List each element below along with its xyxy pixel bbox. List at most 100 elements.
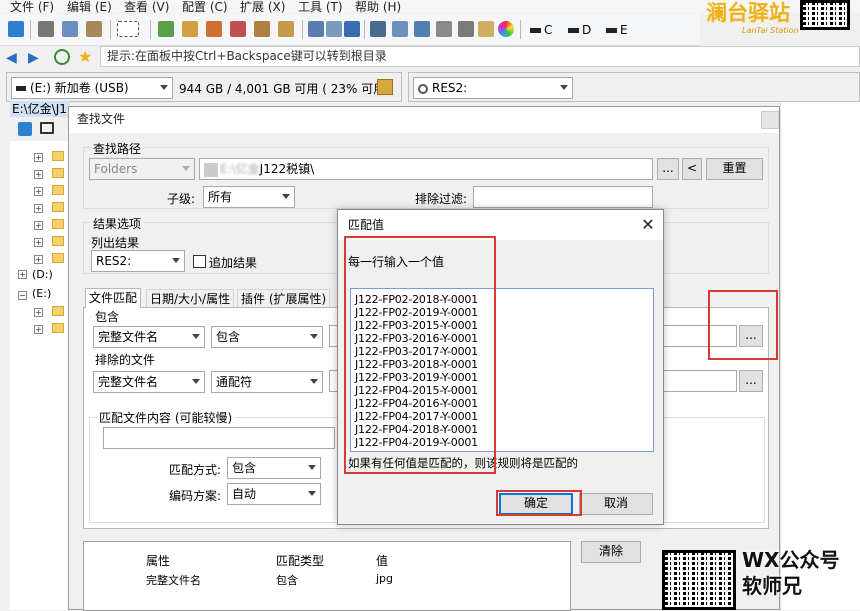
chevron-down-icon bbox=[182, 166, 190, 171]
search-icon[interactable] bbox=[344, 21, 360, 37]
content-match-input[interactable] bbox=[103, 427, 335, 449]
exclude-operator-combo[interactable]: 通配符 bbox=[211, 371, 323, 393]
refresh-icon[interactable] bbox=[8, 21, 24, 37]
expand-icon[interactable]: + bbox=[34, 238, 43, 247]
left-drive-combo[interactable]: (E:) 新加卷 (USB) bbox=[11, 77, 173, 99]
address-input[interactable]: 提示:在面板中按Ctrl+Backspace键可以转到根目录 bbox=[100, 46, 860, 67]
expand-icon[interactable]: + bbox=[34, 325, 43, 334]
column-header-attribute[interactable]: 属性 bbox=[146, 552, 170, 569]
expand-icon[interactable]: + bbox=[34, 255, 43, 264]
rules-list[interactable]: 属性 匹配类型 值 完整文件名 包含 jpg bbox=[83, 541, 571, 611]
view-icon[interactable] bbox=[308, 21, 324, 37]
sublevel-combo[interactable]: 所有 bbox=[203, 186, 295, 208]
clear-button[interactable]: 清除 bbox=[581, 541, 641, 563]
include-field-combo[interactable]: 完整文件名 bbox=[93, 326, 205, 348]
cancel-button[interactable]: 取消 bbox=[579, 493, 653, 515]
drive-button-c[interactable]: C bbox=[530, 23, 552, 37]
split-icon[interactable] bbox=[436, 21, 452, 37]
expand-icon[interactable]: + bbox=[34, 221, 43, 230]
exclude-filter-label: 排除过滤: bbox=[415, 192, 468, 206]
network-icon[interactable] bbox=[377, 79, 393, 95]
compare-icon[interactable] bbox=[392, 21, 408, 37]
right-file-list[interactable] bbox=[780, 102, 860, 610]
exclude-values-button[interactable]: ... bbox=[739, 370, 763, 392]
right-drive-combo[interactable]: RES2: bbox=[413, 77, 573, 99]
table-row[interactable]: 完整文件名 包含 jpg bbox=[84, 572, 570, 588]
favorites-star-icon[interactable]: ★ bbox=[78, 47, 92, 66]
back-arrow-icon[interactable]: ◀ bbox=[6, 50, 17, 66]
include-values-button[interactable]: ... bbox=[739, 325, 763, 347]
delete-file-icon[interactable] bbox=[230, 21, 246, 37]
tab-plugins[interactable]: 插件 (扩展属性) bbox=[237, 289, 331, 309]
folder-icon[interactable] bbox=[40, 122, 54, 134]
folder-icon bbox=[52, 219, 64, 229]
browse-path-button[interactable]: ... bbox=[657, 158, 679, 180]
edit-file-icon[interactable] bbox=[182, 21, 198, 37]
new-file-icon[interactable] bbox=[158, 21, 174, 37]
toolbar-separator bbox=[302, 20, 303, 39]
expand-icon[interactable]: + bbox=[34, 204, 43, 213]
history-icon[interactable] bbox=[54, 49, 70, 65]
exclude-field-combo[interactable]: 完整文件名 bbox=[93, 371, 205, 393]
folder-tree[interactable]: + + + + + + + + (D:) − (E:) + + bbox=[10, 141, 70, 610]
move-file-icon[interactable] bbox=[206, 21, 222, 37]
rename-icon[interactable] bbox=[326, 21, 342, 37]
ok-button[interactable]: 确定 bbox=[499, 493, 573, 515]
chevron-down-icon bbox=[310, 334, 318, 339]
include-operator-combo[interactable]: 包含 bbox=[211, 326, 323, 348]
sync-icon[interactable] bbox=[414, 21, 430, 37]
menu-help[interactable]: 帮助 (H) bbox=[355, 0, 401, 13]
refresh-icon[interactable] bbox=[18, 122, 32, 136]
append-results-checkbox[interactable] bbox=[193, 255, 206, 268]
drive-button-e[interactable]: E bbox=[606, 23, 628, 37]
logo-subtitle: LanTai Station bbox=[742, 26, 799, 35]
cut-icon[interactable] bbox=[38, 21, 54, 37]
chevron-down-icon bbox=[310, 379, 318, 384]
collapse-icon[interactable]: − bbox=[18, 291, 27, 300]
list-results-combo[interactable]: RES2: bbox=[91, 250, 185, 272]
find-dialog-close-button[interactable] bbox=[761, 111, 779, 129]
back-path-button[interactable]: < bbox=[682, 158, 702, 180]
unpack-icon[interactable] bbox=[278, 21, 294, 37]
menu-file[interactable]: 文件 (F) bbox=[10, 0, 54, 13]
folders-combo[interactable]: Folders bbox=[89, 158, 195, 180]
column-header-match-type[interactable]: 匹配类型 bbox=[276, 552, 324, 569]
column-header-value[interactable]: 值 bbox=[376, 552, 388, 569]
combine-icon[interactable] bbox=[458, 21, 474, 37]
tree-drive-e[interactable]: (E:) bbox=[32, 287, 51, 300]
content-match-label: 匹配文件内容 (可能较慢) bbox=[97, 409, 235, 426]
match-mode-combo[interactable]: 包含 bbox=[227, 457, 321, 479]
expand-icon[interactable]: + bbox=[34, 170, 43, 179]
tab-date-size-attr[interactable]: 日期/大小/属性 bbox=[146, 289, 235, 309]
menu-view[interactable]: 查看 (V) bbox=[124, 0, 169, 13]
menu-extend[interactable]: 扩展 (X) bbox=[240, 0, 285, 13]
folder-icon bbox=[52, 151, 64, 161]
tab-file-match[interactable]: 文件匹配 bbox=[85, 288, 142, 308]
encoding-combo[interactable]: 自动 bbox=[227, 483, 321, 505]
drive-button-d[interactable]: D bbox=[568, 23, 591, 37]
left-path-bar[interactable]: E:\亿金\J1 bbox=[10, 101, 70, 117]
exclude-filter-input[interactable] bbox=[473, 186, 653, 208]
reset-button[interactable]: 重置 bbox=[706, 158, 763, 180]
search-path-input[interactable]: E:\亿金J122税镇\ bbox=[199, 158, 653, 180]
brush-icon[interactable] bbox=[478, 21, 494, 37]
expand-icon[interactable]: + bbox=[34, 308, 43, 317]
select-icon[interactable] bbox=[117, 21, 139, 37]
paste-icon[interactable] bbox=[86, 21, 102, 37]
size-icon[interactable] bbox=[370, 21, 386, 37]
forward-arrow-icon[interactable]: ▶ bbox=[28, 50, 39, 66]
pack-icon[interactable] bbox=[254, 21, 270, 37]
tree-drive-d[interactable]: (D:) bbox=[32, 268, 53, 281]
menu-edit[interactable]: 编辑 (E) bbox=[67, 0, 112, 13]
expand-icon[interactable]: + bbox=[34, 153, 43, 162]
table-cell: jpg bbox=[376, 572, 394, 585]
color-icon[interactable] bbox=[498, 21, 514, 37]
copy-icon[interactable] bbox=[62, 21, 78, 37]
expand-icon[interactable]: + bbox=[18, 270, 27, 279]
expand-icon[interactable]: + bbox=[34, 187, 43, 196]
menu-tools[interactable]: 工具 (T) bbox=[298, 0, 343, 13]
menu-config[interactable]: 配置 (C) bbox=[182, 0, 228, 13]
result-options-label: 结果选项 bbox=[91, 215, 144, 232]
match-values-textarea[interactable]: J122-FP02-2018-Y-0001 J122-FP02-2019-Y-0… bbox=[350, 288, 654, 452]
close-icon[interactable]: ✕ bbox=[638, 215, 658, 235]
